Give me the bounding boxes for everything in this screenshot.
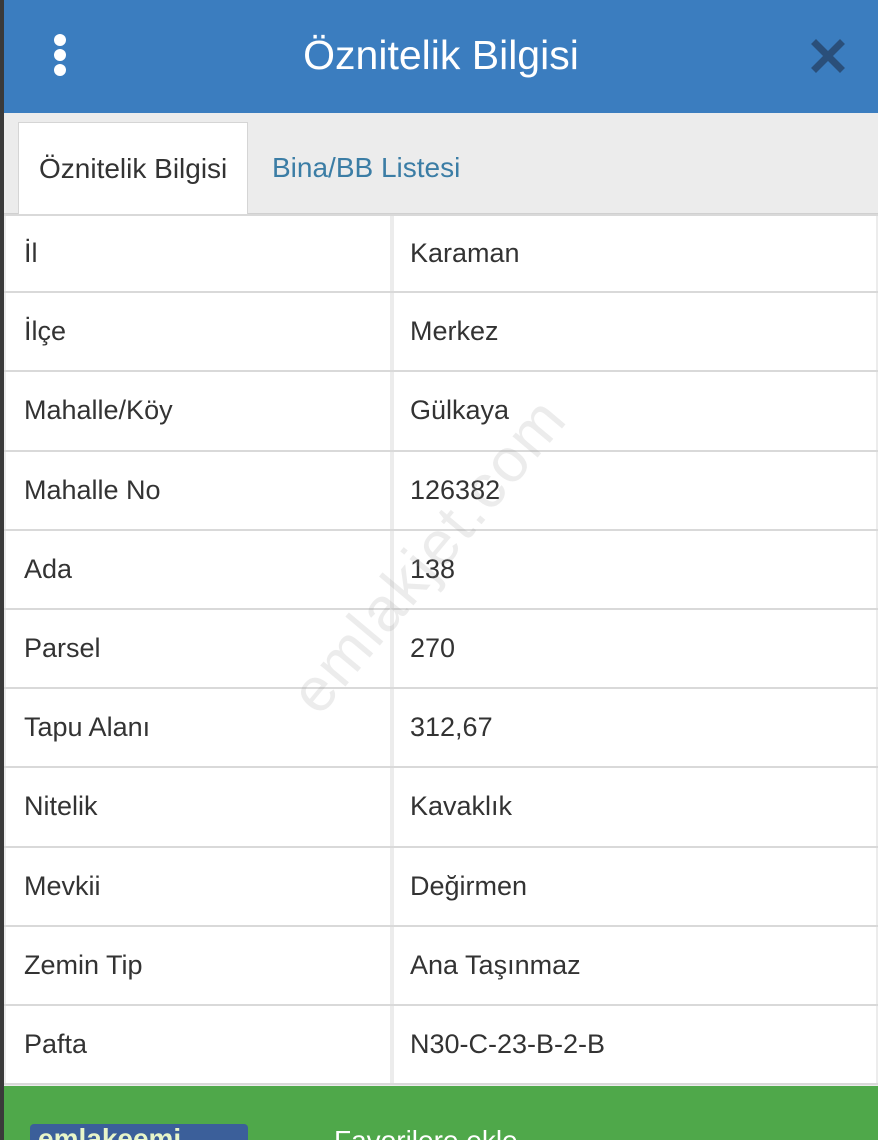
attribute-value: Merkez bbox=[394, 293, 876, 371]
attribute-key: Nitelik bbox=[6, 768, 390, 846]
table-row: Nitelik Kavaklık bbox=[4, 768, 878, 848]
attribute-value: 126382 bbox=[394, 451, 876, 529]
table-row: Pafta N30-C-23-B-2-B bbox=[4, 1005, 878, 1086]
attribute-value: Ana Taşınmaz bbox=[394, 926, 876, 1004]
attribute-key: İlçe bbox=[6, 293, 390, 371]
table-row: Zemin Tip Ana Taşınmaz bbox=[4, 926, 878, 1006]
attribute-key: Mahalle No bbox=[6, 451, 390, 529]
close-icon[interactable] bbox=[808, 38, 848, 74]
attribute-key: Ada bbox=[6, 530, 390, 608]
tab-bar: Öznitelik Bilgisi Bina/BB Listesi bbox=[4, 114, 878, 215]
attribute-value: Değirmen bbox=[394, 847, 876, 925]
attribute-key: Zemin Tip bbox=[6, 926, 390, 1004]
table-row: Parsel 270 bbox=[4, 609, 878, 690]
attribute-key: Pafta bbox=[6, 1005, 390, 1084]
tab-attribute-info[interactable]: Öznitelik Bilgisi bbox=[18, 122, 249, 215]
tab-building-list[interactable]: Bina/BB Listesi bbox=[252, 122, 480, 214]
attribute-value: 312,67 bbox=[394, 689, 876, 767]
dialog-header: Öznitelik Bilgisi bbox=[4, 0, 878, 113]
dialog-title: Öznitelik Bilgisi bbox=[303, 32, 579, 78]
attribute-key: İl bbox=[6, 216, 390, 292]
table-row: Mahalle No 126382 bbox=[4, 451, 878, 531]
table-row: Tapu Alanı 312,67 bbox=[4, 689, 878, 769]
attribute-value: N30-C-23-B-2-B bbox=[394, 1005, 876, 1084]
table-row: İl Karaman bbox=[4, 214, 878, 294]
attribute-value: 138 bbox=[394, 530, 876, 608]
add-favorites-button[interactable]: Favorilere ekle bbox=[334, 1126, 518, 1140]
attribute-table: İl Karaman İlçe Merkez Mahalle/Köy Gülka… bbox=[4, 214, 878, 1086]
attribute-key: Mevkii bbox=[6, 847, 390, 925]
attribute-value: Kavaklık bbox=[394, 768, 876, 846]
footer-bar: emlakeemi Favorilere ekle bbox=[4, 1086, 878, 1140]
attribute-value: 270 bbox=[394, 609, 876, 688]
attribute-value: Karaman bbox=[394, 216, 876, 292]
table-row: Mahalle/Köy Gülkaya bbox=[4, 372, 878, 452]
attribute-dialog: Öznitelik Bilgisi Öznitelik Bilgisi Bina… bbox=[4, 0, 878, 1140]
table-row: Mevkii Değirmen bbox=[4, 847, 878, 927]
table-row: İlçe Merkez bbox=[4, 293, 878, 373]
attribute-key: Parsel bbox=[6, 609, 390, 688]
brand-logo[interactable]: emlakeemi bbox=[30, 1124, 248, 1140]
attribute-key: Mahalle/Köy bbox=[6, 372, 390, 450]
attribute-key: Tapu Alanı bbox=[6, 689, 390, 767]
attribute-value: Gülkaya bbox=[394, 372, 876, 450]
table-row: Ada 138 bbox=[4, 530, 878, 610]
